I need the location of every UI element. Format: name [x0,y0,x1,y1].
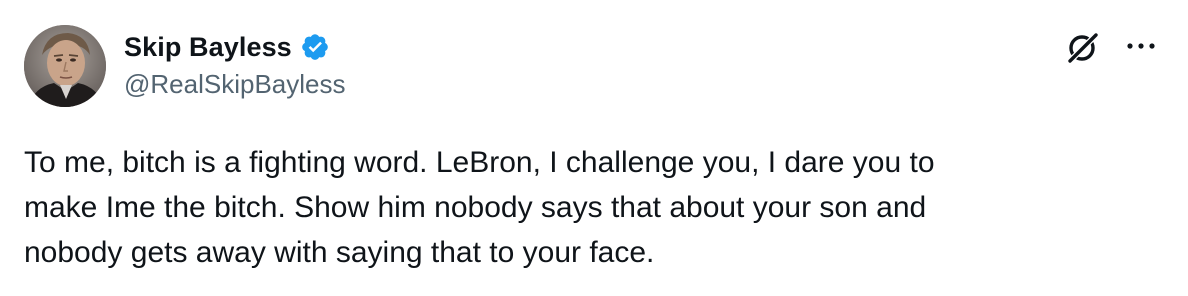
avatar[interactable] [24,25,106,107]
author-info: Skip Bayless @RealSkipBayless [124,30,345,100]
more-options-icon[interactable] [1124,36,1158,56]
tweet-card: Skip Bayless @RealSkipBayless To me, bit… [0,0,1188,296]
user-handle[interactable]: @RealSkipBayless [124,69,345,100]
display-name[interactable]: Skip Bayless [124,32,292,63]
tweet-text: To me, bitch is a fighting word. LeBron,… [24,146,935,269]
verified-badge-icon[interactable] [300,32,330,62]
grok-icon[interactable] [1066,30,1100,64]
display-name-row: Skip Bayless [124,30,345,64]
